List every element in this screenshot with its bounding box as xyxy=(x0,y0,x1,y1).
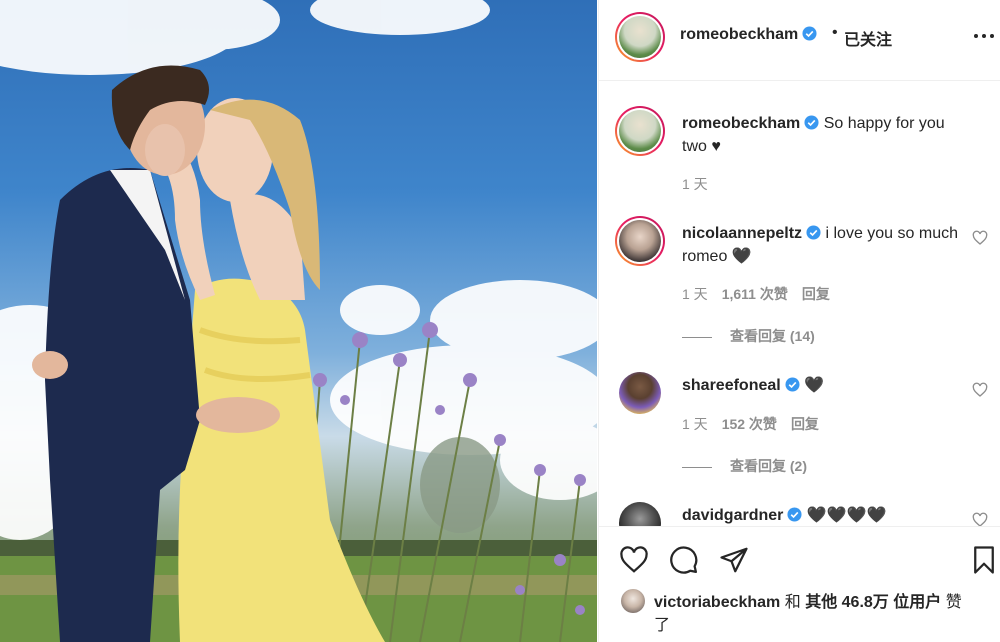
bookmark-icon[interactable] xyxy=(969,545,999,575)
comment-icon[interactable] xyxy=(669,545,699,575)
comment-text: 🖤🖤🖤🖤 xyxy=(806,507,887,524)
comment-meta: 1 天 152 次赞 回复 xyxy=(682,414,819,434)
follow-status-button[interactable]: 已关注 xyxy=(844,26,892,50)
replies-divider xyxy=(682,336,712,338)
comment-meta: 1 天 1,611 次赞 回复 xyxy=(682,284,830,304)
liked-by-and: 和 xyxy=(784,594,801,611)
verified-badge-icon xyxy=(787,507,802,522)
send-icon[interactable] xyxy=(719,545,749,575)
liked-by-others-button[interactable]: 其他 46.8万 位用户 xyxy=(805,594,941,611)
commenter-avatar[interactable] xyxy=(619,372,661,414)
comment-like-heart-icon[interactable] xyxy=(972,512,988,526)
comment-text: 🖤 xyxy=(804,377,825,394)
author-username[interactable]: romeobeckham xyxy=(680,26,798,43)
liked-by-summary: victoriabeckham 和 其他 46.8万 位用户 赞了 xyxy=(654,591,974,637)
comment-like-count[interactable]: 1,611 次赞 xyxy=(722,286,788,302)
verified-badge-icon xyxy=(802,26,817,41)
comment-username[interactable]: shareefoneal xyxy=(682,377,781,394)
header-separator: • xyxy=(832,24,838,41)
verified-badge-icon xyxy=(804,115,819,130)
comments-list[interactable]: romeobeckham So happy for you two ♥ 1 天 … xyxy=(599,82,1000,526)
comment-like-count[interactable]: 152 次赞 xyxy=(722,416,777,432)
comment-reply-button[interactable]: 回复 xyxy=(791,416,819,432)
view-replies-label: 查看回复 (2) xyxy=(730,458,807,474)
post-actions: victoriabeckham 和 其他 46.8万 位用户 赞了 xyxy=(599,526,1000,642)
comment-body: nicolaannepeltz i love you so much romeo… xyxy=(682,222,972,268)
commenter-avatar[interactable] xyxy=(619,502,661,526)
comment-like-heart-icon[interactable] xyxy=(972,230,988,246)
verified-badge-icon xyxy=(785,377,800,392)
author-username-row[interactable]: romeobeckham xyxy=(680,26,817,44)
comment-body: romeobeckham So happy for you two ♥ xyxy=(682,112,972,158)
post-photo[interactable] xyxy=(0,0,597,642)
view-replies-button[interactable]: 查看回复 (2) xyxy=(682,456,807,476)
comment-username[interactable]: davidgardner xyxy=(682,507,783,524)
comment-like-heart-icon[interactable] xyxy=(972,382,988,398)
liked-by-user[interactable]: victoriabeckham xyxy=(654,594,780,611)
post-image xyxy=(0,0,597,642)
comment-time[interactable]: 1 天 xyxy=(682,286,708,302)
comment-body: shareefoneal 🖤 xyxy=(682,374,972,397)
heart-icon[interactable] xyxy=(619,545,649,575)
post-side-panel: romeobeckham • 已关注 romeobeckham So happy… xyxy=(598,0,1000,642)
view-replies-label: 查看回复 (14) xyxy=(730,328,815,344)
comment-body: davidgardner 🖤🖤🖤🖤 xyxy=(682,504,972,526)
replies-divider xyxy=(682,466,712,468)
comment-reply-button[interactable]: 回复 xyxy=(802,286,830,302)
author-avatar[interactable] xyxy=(615,12,665,62)
comment-username[interactable]: nicolaannepeltz xyxy=(682,225,802,242)
comment-meta: 1 天 xyxy=(682,174,708,194)
commenter-avatar[interactable] xyxy=(615,216,665,266)
liked-by-avatar[interactable] xyxy=(621,589,645,613)
view-replies-button[interactable]: 查看回复 (14) xyxy=(682,326,815,346)
verified-badge-icon xyxy=(806,225,821,240)
more-options-icon[interactable] xyxy=(973,26,995,46)
commenter-avatar[interactable] xyxy=(615,106,665,156)
post-header: romeobeckham • 已关注 xyxy=(599,0,1000,81)
comment-time[interactable]: 1 天 xyxy=(682,176,708,192)
comment-username[interactable]: romeobeckham xyxy=(682,115,800,132)
comment-time[interactable]: 1 天 xyxy=(682,416,708,432)
